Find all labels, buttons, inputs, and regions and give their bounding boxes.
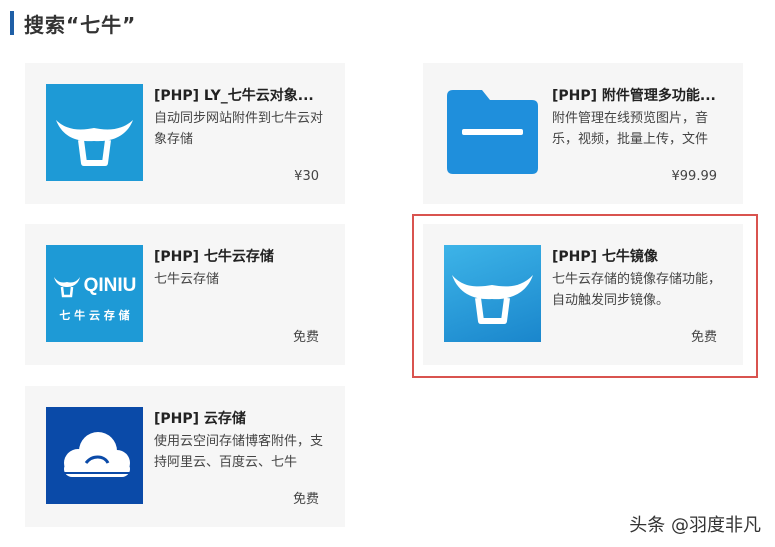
- plugin-description: 附件管理在线预览图片，音乐，视频，批量上传，文件: [552, 111, 709, 147]
- plugin-card-ly-qiniu[interactable]: [PHP] LY_七牛云对象... 自动同步网站附件到七牛云对象存储 ¥30: [25, 63, 345, 204]
- qiniu-logo-text: QINIU: [83, 274, 137, 296]
- plugin-price: ¥99.99: [671, 169, 718, 184]
- plugin-name[interactable]: [PHP] 七牛镜像: [552, 246, 722, 266]
- plugin-price: 免费: [292, 492, 319, 507]
- plugin-description: 七牛云存储: [154, 272, 220, 287]
- plugin-description: 七牛云存储的镜像存储功能，自动触发同步镜像。: [552, 272, 722, 308]
- plugin-name[interactable]: [PHP] 云存储: [154, 408, 324, 428]
- heading-accent-bar: [10, 11, 14, 35]
- plugin-name[interactable]: [PHP] LY_七牛云对象...: [154, 85, 324, 105]
- plugin-description: 自动同步网站附件到七牛云对象存储: [154, 111, 324, 147]
- plugin-price: 免费: [292, 330, 319, 345]
- qiniu-bull-icon: [444, 245, 541, 342]
- watermark-text: 头条 @羽度非凡: [629, 515, 761, 536]
- plugin-description: 使用云空间存储博客附件，支持阿里云、百度云、七牛: [154, 434, 324, 470]
- plugin-card-attachment-manager[interactable]: [PHP] 附件管理多功能... 附件管理在线预览图片，音乐，视频，批量上传，文…: [423, 63, 743, 204]
- page-title: 搜索“七牛”: [24, 12, 137, 37]
- qiniu-logo-icon: QINIU 七 牛 云 存 储: [46, 245, 143, 342]
- qiniu-bull-icon: [46, 84, 143, 181]
- plugin-card-qiniu-storage[interactable]: QINIU 七 牛 云 存 储 [PHP] 七牛云存储 七牛云存储 免费: [25, 224, 345, 365]
- plugin-price: 免费: [690, 330, 717, 345]
- plugin-card-qiniu-mirror[interactable]: [PHP] 七牛镜像 七牛云存储的镜像存储功能，自动触发同步镜像。 免费: [423, 224, 743, 365]
- plugin-price: ¥30: [294, 169, 319, 184]
- section-heading: 搜索“七牛”: [10, 10, 137, 37]
- plugin-name[interactable]: [PHP] 附件管理多功能...: [552, 85, 722, 105]
- folder-icon: [444, 84, 541, 181]
- plugin-card-cloud-storage[interactable]: [PHP] 云存储 使用云空间存储博客附件，支持阿里云、百度云、七牛 免费: [25, 386, 345, 527]
- cloud-icon: [46, 407, 143, 504]
- qiniu-logo-subtitle: 七 牛 云 存 储: [59, 308, 130, 322]
- plugin-name[interactable]: [PHP] 七牛云存储: [154, 246, 324, 266]
